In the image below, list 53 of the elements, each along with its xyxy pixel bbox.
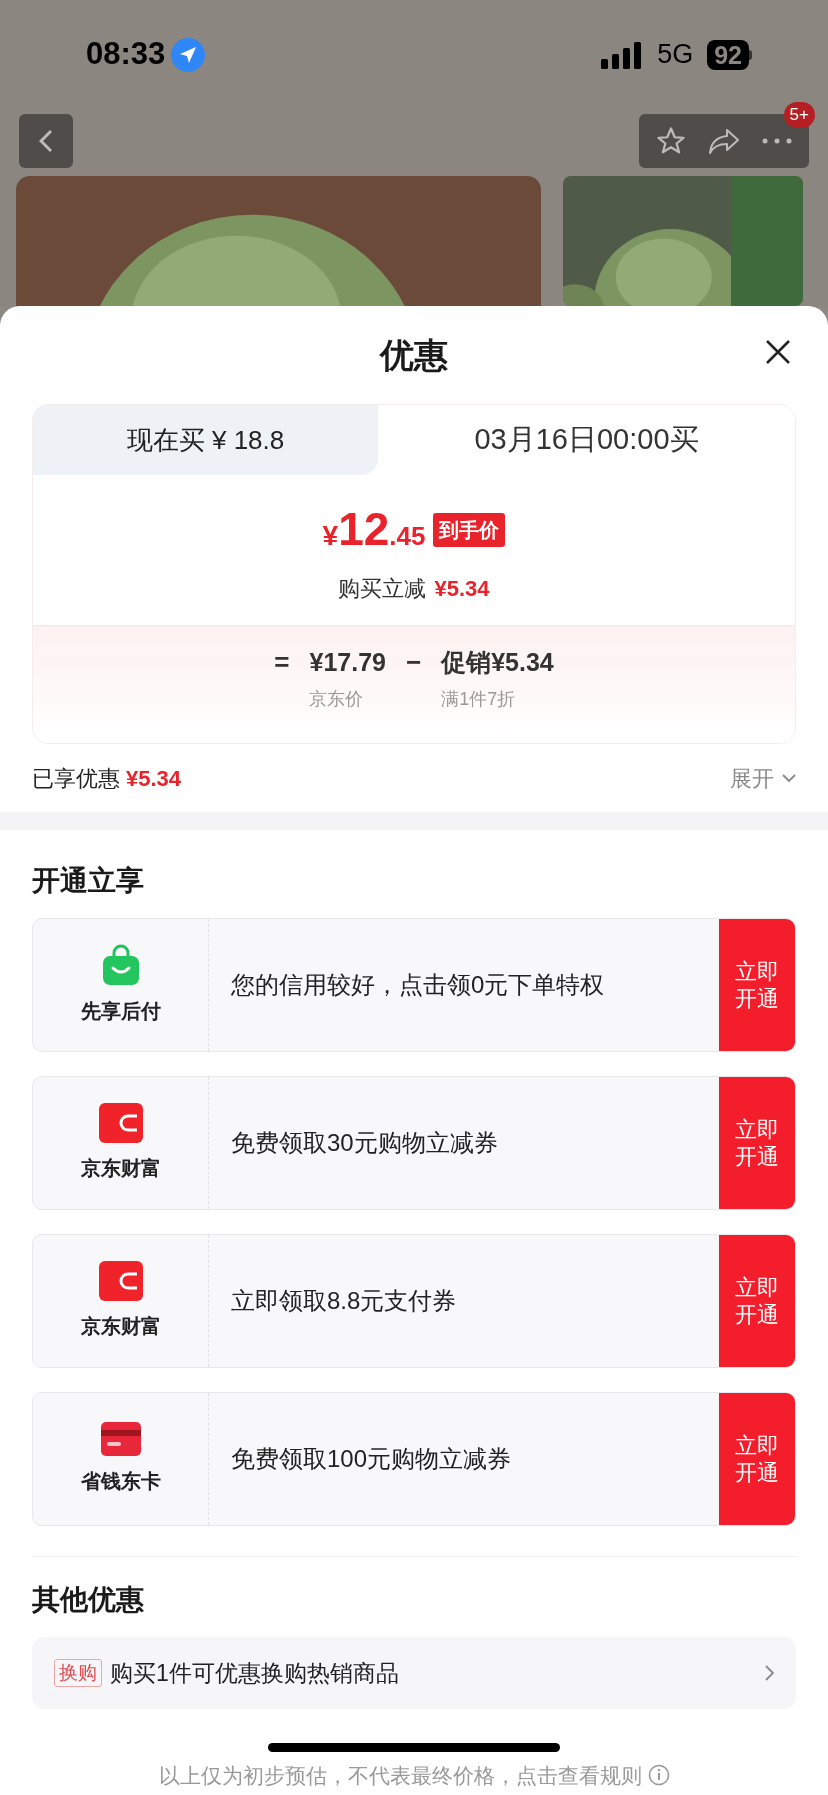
- share-icon[interactable]: [708, 126, 740, 155]
- price-tag: 到手价: [433, 512, 506, 547]
- expand-button[interactable]: 展开: [730, 761, 796, 795]
- more-icon[interactable]: [762, 137, 792, 144]
- time-tab[interactable]: 现在买 ¥ 18.8: [33, 405, 378, 475]
- card-icon: [100, 1422, 141, 1456]
- wallet-icon: [98, 1103, 143, 1143]
- other-offer-row[interactable]: 换购 购买1件可优惠换购热销商品: [32, 1637, 796, 1709]
- formula-amount: ¥17.79: [309, 647, 386, 678]
- formula-operator: −: [405, 646, 422, 678]
- offer-tag: 换购: [54, 1659, 102, 1687]
- location-icon: [171, 37, 206, 72]
- offer-text: 免费领取30元购物立减券: [231, 1128, 498, 1158]
- formula-amount: 促销¥5.34: [441, 647, 554, 678]
- network-label: 5G: [657, 38, 694, 72]
- info-icon[interactable]: [647, 1764, 670, 1787]
- offer-provider: 京东财富: [80, 1314, 161, 1339]
- offer-text: 立即领取8.8元支付券: [231, 1286, 457, 1316]
- back-button[interactable]: [19, 113, 73, 168]
- reduction-label: 购买立减: [338, 575, 427, 603]
- chevron-down-icon: [782, 773, 796, 783]
- section-title: 其他优惠: [32, 1583, 144, 1617]
- formula-note: 满1件7折: [441, 688, 516, 711]
- close-icon: [764, 338, 792, 366]
- chevron-right-icon: [765, 1665, 774, 1681]
- offer-text: 免费领取100元购物立减券: [231, 1444, 512, 1474]
- activate-button[interactable]: 立即开通: [719, 1393, 795, 1525]
- formula-operator: =: [274, 646, 290, 678]
- final-price: ¥12.45: [322, 502, 426, 557]
- back-icon: [39, 128, 53, 153]
- activate-button[interactable]: 立即开通: [719, 1077, 795, 1209]
- enjoyed-amount: ¥5.34: [126, 764, 182, 793]
- signal-icon: [601, 40, 644, 69]
- star-icon[interactable]: [656, 125, 686, 156]
- section-title: 开通立享: [32, 864, 144, 898]
- enjoyed-label: 已享优惠: [32, 764, 120, 793]
- notification-badge: 5+: [783, 101, 815, 128]
- wallet-icon: [98, 1261, 143, 1301]
- battery-level: 92: [707, 39, 749, 70]
- offer-text: 购买1件可优惠换购热销商品: [110, 1658, 400, 1688]
- offer-provider: 京东财富: [80, 1156, 161, 1181]
- activate-button[interactable]: 立即开通: [719, 1235, 795, 1367]
- status-time: 08:33: [86, 35, 166, 74]
- shopping-bag-icon: [100, 944, 141, 986]
- offer-text: 您的信用较好，点击领0元下单特权: [231, 970, 605, 1000]
- activate-button[interactable]: 立即开通: [719, 919, 795, 1051]
- close-button[interactable]: [764, 338, 792, 366]
- formula-note: 京东价: [309, 688, 364, 711]
- sheet-title: 优惠: [380, 334, 448, 376]
- offer-provider: 省钱东卡: [80, 1469, 161, 1494]
- reduction-amount: ¥5.34: [434, 575, 490, 603]
- offer-provider: 先享后付: [80, 999, 161, 1024]
- disclaimer-text: 以上仅为初步预估，不代表最终价格，点击查看规则: [158, 1762, 642, 1789]
